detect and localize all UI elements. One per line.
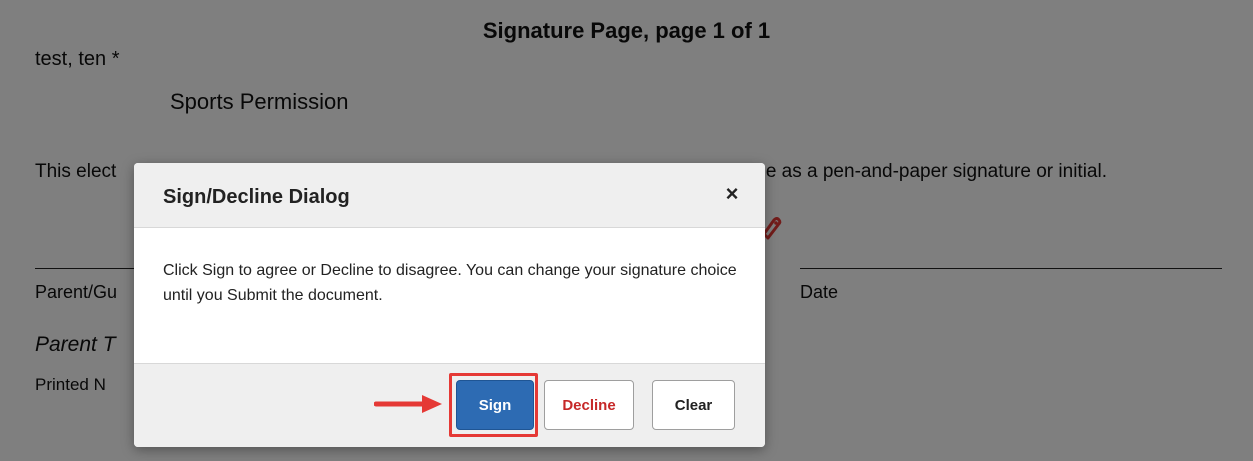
arrow-right-icon (374, 395, 442, 413)
decline-button[interactable]: Decline (544, 380, 634, 430)
dialog-header: Sign/Decline Dialog × (134, 163, 765, 228)
close-button[interactable]: × (719, 181, 745, 207)
dialog-title: Sign/Decline Dialog (163, 186, 350, 208)
sign-button[interactable]: Sign (456, 380, 534, 430)
sign-decline-dialog: Sign/Decline Dialog × Click Sign to agre… (134, 163, 765, 447)
dialog-footer: Sign Decline Clear (134, 363, 765, 447)
clear-button[interactable]: Clear (652, 380, 735, 430)
dialog-body-text: Click Sign to agree or Decline to disagr… (163, 262, 737, 304)
close-icon: × (725, 181, 739, 206)
